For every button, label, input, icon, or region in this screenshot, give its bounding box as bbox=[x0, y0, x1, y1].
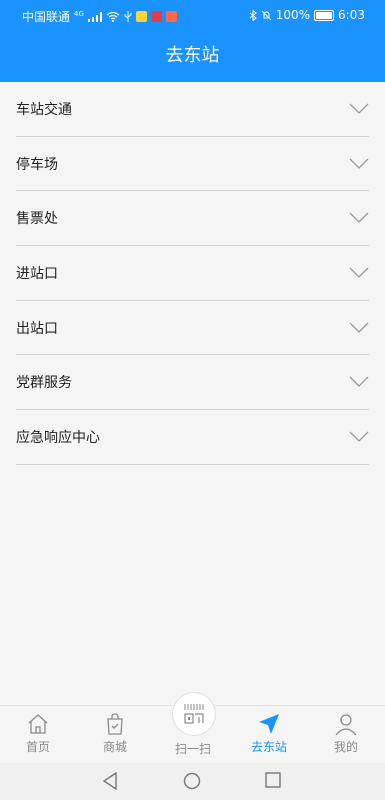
section-label: 车站交通 bbox=[16, 101, 72, 118]
navigation-arrow-icon bbox=[259, 714, 279, 734]
tab-label: 首页 bbox=[25, 740, 50, 754]
tab-mine[interactable]: 我的 bbox=[316, 712, 376, 755]
section-label: 售票处 bbox=[16, 211, 58, 228]
section-label: 进站口 bbox=[16, 265, 58, 282]
section-label: 出站口 bbox=[16, 320, 58, 337]
network-type-label: 4G bbox=[74, 9, 84, 18]
chevron-down-icon bbox=[349, 376, 369, 388]
tab-go-east-station[interactable]: 去东站 bbox=[239, 712, 299, 755]
tab-label: 商城 bbox=[102, 740, 127, 754]
home-circle-icon[interactable] bbox=[183, 772, 201, 790]
section-label: 停车场 bbox=[16, 156, 58, 173]
bottom-tab-bar: 首页 商城 扫一扫 去东站 我的 bbox=[0, 692, 385, 764]
section-item[interactable]: 党群服务 bbox=[16, 355, 369, 411]
page-title: 去东站 bbox=[165, 45, 220, 66]
section-item[interactable]: 售票处 bbox=[16, 191, 369, 247]
section-list: 车站交通 停车场 售票处 进站口 出站口 党群服务 应急响应中心 bbox=[0, 82, 385, 465]
section-item[interactable]: 车站交通 bbox=[16, 82, 369, 137]
back-icon[interactable] bbox=[102, 772, 118, 790]
mute-bell-icon bbox=[261, 10, 272, 20]
app-notification-icon bbox=[165, 11, 177, 22]
battery-percent: 100% bbox=[275, 8, 311, 22]
scan-icon bbox=[184, 704, 204, 724]
chevron-down-icon bbox=[349, 103, 369, 114]
tab-home[interactable]: 首页 bbox=[8, 712, 68, 755]
tab-scan-button[interactable] bbox=[172, 692, 216, 736]
tab-mall[interactable]: 商城 bbox=[85, 712, 145, 755]
clock: 6:03 bbox=[338, 8, 365, 22]
recents-icon[interactable] bbox=[265, 772, 281, 788]
chevron-down-icon bbox=[349, 212, 369, 224]
usb-icon bbox=[124, 11, 132, 22]
wifi-icon bbox=[106, 11, 120, 22]
chevron-down-icon bbox=[349, 322, 369, 333]
shopping-bag-icon bbox=[107, 713, 123, 735]
tab-scan[interactable]: 扫一扫 bbox=[163, 740, 223, 757]
section-label: 党群服务 bbox=[16, 375, 72, 392]
carrier-label: 中国联通 bbox=[22, 10, 71, 24]
chevron-down-icon bbox=[349, 431, 369, 442]
user-icon bbox=[335, 714, 357, 736]
section-item[interactable]: 出站口 bbox=[16, 301, 369, 356]
section-label: 应急响应中心 bbox=[16, 429, 100, 446]
bluetooth-icon bbox=[249, 9, 257, 21]
tab-label: 我的 bbox=[333, 740, 358, 754]
section-item[interactable]: 应急响应中心 bbox=[16, 410, 369, 465]
tab-label: 扫一扫 bbox=[174, 742, 211, 756]
section-item[interactable]: 停车场 bbox=[16, 137, 369, 192]
home-icon bbox=[28, 714, 48, 734]
chevron-down-icon bbox=[349, 267, 369, 278]
signal-icon bbox=[87, 11, 102, 22]
system-navigation-bar bbox=[0, 763, 385, 800]
status-bar: 中国联通 4G 100% 6:03 bbox=[0, 0, 385, 30]
tab-label: 去东站 bbox=[250, 740, 287, 754]
app-notification-icon bbox=[135, 11, 147, 22]
app-notification-icon bbox=[150, 11, 162, 22]
page-header: 去东站 bbox=[0, 30, 385, 82]
chevron-down-icon bbox=[349, 158, 369, 169]
section-item[interactable]: 进站口 bbox=[16, 246, 369, 301]
battery-icon bbox=[314, 9, 335, 21]
